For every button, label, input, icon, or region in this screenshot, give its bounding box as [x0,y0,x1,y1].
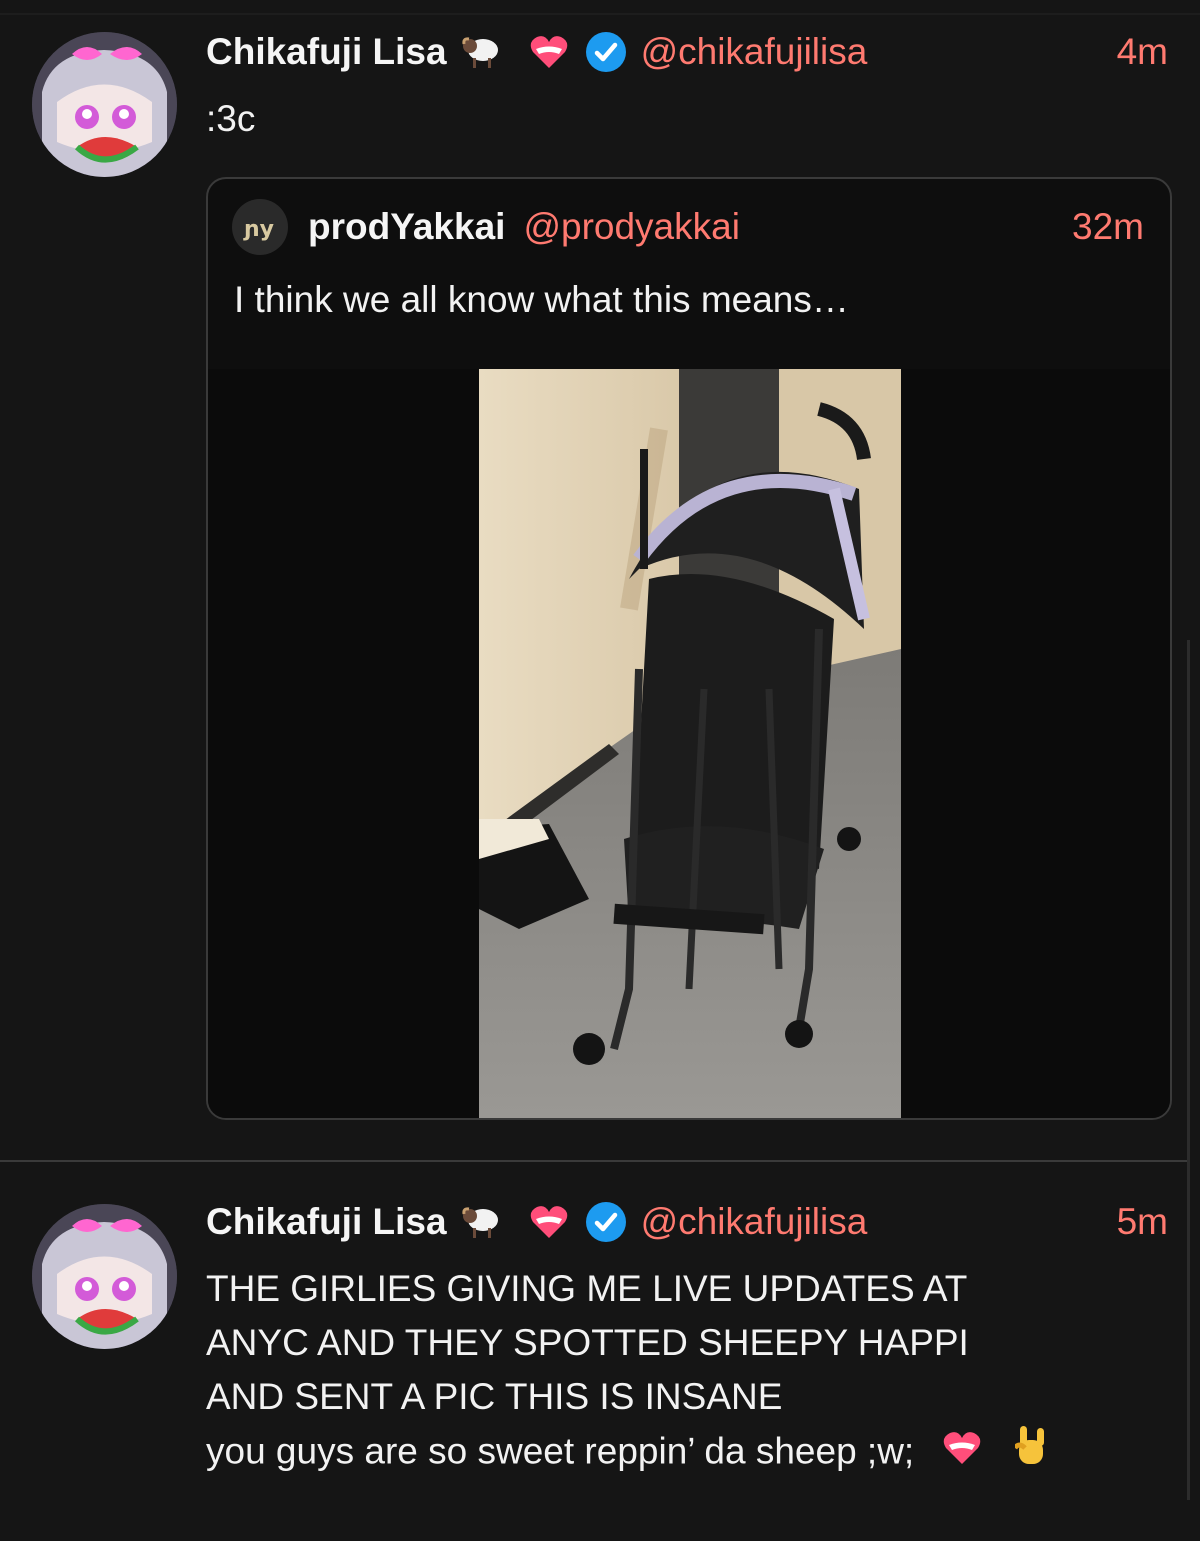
avatar[interactable] [32,32,177,177]
post-2[interactable]: Chikafuji Lisa @chikafujilisa 5m THE GIR… [0,1162,1200,1541]
post-text: THE GIRLIES GIVING ME LIVE UPDATES AT AN… [206,1262,1049,1483]
post-text: :3c [206,98,256,139]
rock-hand-icon [1012,1424,1049,1483]
author-handle[interactable]: @chikafujilisa [641,31,868,73]
heart-icon [529,34,569,70]
quote-header: ɲy prodYakkai @prodyakkai 32m [232,199,1144,255]
avatar[interactable] [32,1204,177,1349]
quote-author-handle[interactable]: @prodyakkai [523,206,740,248]
post-header: Chikafuji Lisa @chikafujilisa 5m [206,1198,1168,1246]
svg-text:ɲy: ɲy [243,217,274,242]
text-line-with-emoji: you guys are so sweet reppin’ da sheep ;… [206,1424,1049,1483]
author-name[interactable]: Chikafuji Lisa [206,1201,447,1243]
quoted-post[interactable]: ɲy prodYakkai @prodyakkai 32m I think we… [206,177,1172,1120]
quote-text: I think we all know what this means… [234,279,849,320]
post-time[interactable]: 4m [1117,31,1168,73]
post-1[interactable]: Chikafuji Lisa @chikafujilisa 4m :3c ɲy … [0,0,1200,1160]
quote-avatar[interactable]: ɲy [232,199,288,255]
sheep-icon [461,34,503,70]
verified-badge-icon [585,1201,627,1243]
quote-time[interactable]: 32m [1072,206,1144,248]
text-line: ANYC AND THEY SPOTTED SHEEPY HAPPI [206,1322,969,1363]
author-name[interactable]: Chikafuji Lisa [206,31,447,73]
verified-badge-icon [585,31,627,73]
heart-icon [529,1204,569,1240]
text-line: AND SENT A PIC THIS IS INSANE [206,1376,783,1417]
author-handle[interactable]: @chikafujilisa [641,1201,868,1243]
stroller-photo[interactable] [479,369,901,1118]
text-line: you guys are so sweet reppin’ da sheep ;… [206,1430,915,1472]
heart-icon [942,1427,982,1481]
sheep-icon [461,1204,503,1240]
text-line: THE GIRLIES GIVING ME LIVE UPDATES AT [206,1268,968,1309]
quote-media [208,369,1170,1118]
post-header: Chikafuji Lisa @chikafujilisa 4m [206,28,1168,76]
post-time[interactable]: 5m [1117,1201,1168,1243]
quote-author-name[interactable]: prodYakkai [308,206,505,248]
